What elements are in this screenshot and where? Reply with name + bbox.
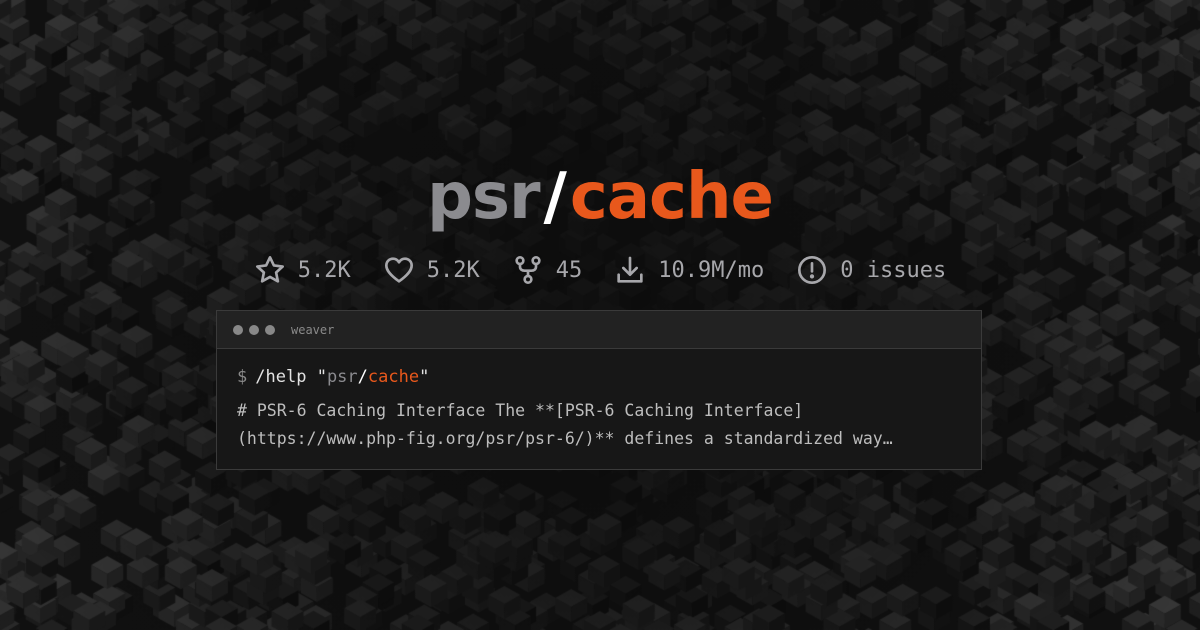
terminal-command: /help xyxy=(255,367,307,387)
quote-open: " xyxy=(316,367,327,387)
stat-favorites-value: 5.2K xyxy=(426,257,480,283)
stat-forks: 45 xyxy=(512,254,583,286)
terminal-body: $/help "psr/cache" # PSR-6 Caching Inter… xyxy=(217,349,981,453)
fork-icon xyxy=(515,256,541,284)
star-icon xyxy=(255,255,284,283)
stats-bar: 5.2K 5.2K 45 10.9M/mo 0 issues xyxy=(0,250,1200,290)
stat-downloads: 10.9M/mo xyxy=(614,254,764,286)
heart-icon xyxy=(384,257,413,283)
stat-favorites: 5.2K xyxy=(383,254,480,286)
window-dot-icon xyxy=(265,324,275,335)
stat-issues: 0 issues xyxy=(796,254,946,286)
terminal-output-line: (https://www.php-fig.org/psr/psr-6/)** d… xyxy=(237,429,893,448)
page-title: psr/cache xyxy=(0,152,1200,242)
title-slash: / xyxy=(543,160,567,234)
command-arg-slash: / xyxy=(357,367,368,387)
stat-stars-value: 5.2K xyxy=(297,257,351,283)
download-icon xyxy=(617,256,643,283)
quote-close: " xyxy=(419,367,430,387)
command-arg-vendor: psr xyxy=(326,367,358,387)
alert-circle-icon xyxy=(798,256,827,284)
title-vendor: psr xyxy=(427,160,540,234)
terminal-prompt: $ xyxy=(237,367,248,387)
terminal-output-line: # PSR-6 Caching Interface The **[PSR-6 C… xyxy=(237,401,804,420)
window-dot-icon xyxy=(233,324,243,335)
command-arg-package: cache xyxy=(367,367,420,387)
stat-issues-value: 0 issues xyxy=(840,257,947,283)
stat-downloads-value: 10.9M/mo xyxy=(658,257,765,283)
terminal-title: weaver xyxy=(291,322,335,337)
command-line: $/help "psr/cache" xyxy=(237,365,961,389)
stat-forks-value: 45 xyxy=(555,257,583,283)
terminal-window: weaver $/help "psr/cache" # PSR-6 Cachin… xyxy=(216,310,982,470)
title-package: cache xyxy=(569,160,774,234)
stat-stars: 5.2K xyxy=(254,254,351,286)
window-dot-icon xyxy=(249,324,259,335)
terminal-titlebar: weaver xyxy=(217,311,981,349)
